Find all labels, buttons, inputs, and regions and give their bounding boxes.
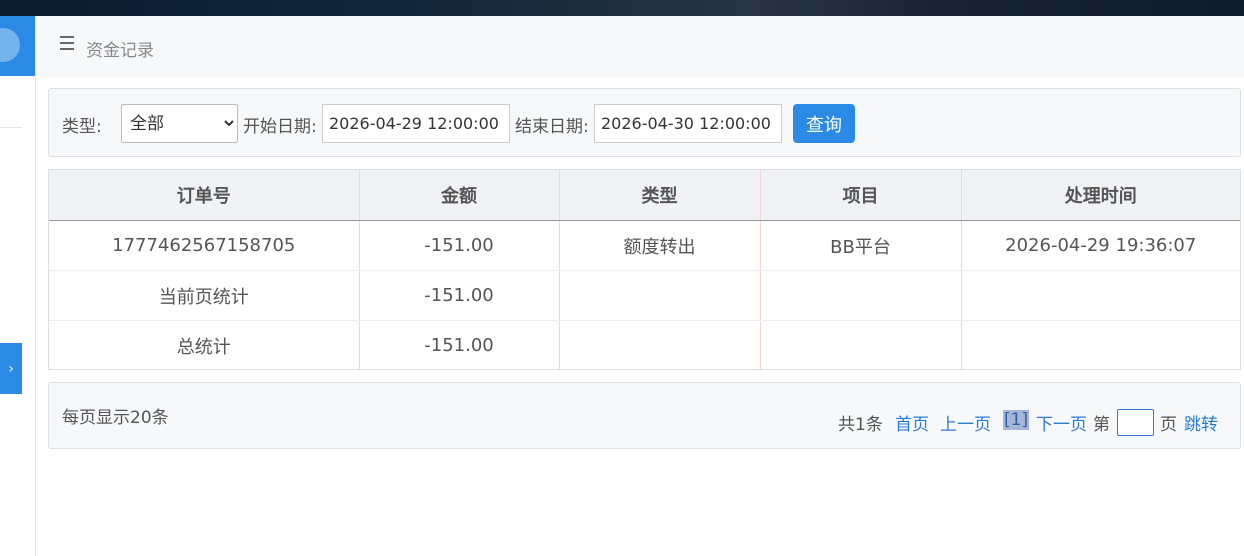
sidebar: › <box>0 16 36 556</box>
cell-total-label: 总统计 <box>49 320 360 370</box>
goto-suffix: 页 <box>1160 415 1177 435</box>
pagination-bar: 每页显示20条 共1条 首页 上一页 [1] 下一页 第 页 跳转 <box>48 382 1241 449</box>
menu-icon[interactable] <box>60 36 74 50</box>
chevron-right-icon: › <box>8 360 14 377</box>
col-header-project[interactable]: 项目 <box>760 170 962 221</box>
col-header-process-time[interactable]: 处理时间 <box>961 170 1240 221</box>
cell-empty <box>760 270 962 321</box>
table-header-row: 订单号 金额 类型 项目 处理时间 <box>49 170 1240 221</box>
cell-summary-label: 当前页统计 <box>49 270 360 321</box>
end-date-label: 结束日期: <box>515 117 589 137</box>
prev-page-link[interactable]: 上一页 <box>940 410 991 435</box>
type-label: 类型: <box>62 117 102 137</box>
cell-project: BB平台 <box>760 220 962 271</box>
page-summary-row: 当前页统计 -151.00 <box>49 270 1240 321</box>
globe-icon <box>0 28 20 62</box>
col-header-amount[interactable]: 金额 <box>359 170 560 221</box>
per-page-text: 每页显示20条 <box>62 408 169 428</box>
col-header-type[interactable]: 类型 <box>559 170 761 221</box>
page-header: 资金记录 <box>36 16 1244 77</box>
page-title: 资金记录 <box>86 41 154 61</box>
first-page-link[interactable]: 首页 <box>895 410 929 435</box>
cell-process-time: 2026-04-29 19:36:07 <box>961 220 1240 271</box>
cell-empty <box>559 270 761 321</box>
sidebar-divider <box>0 127 22 128</box>
jump-link[interactable]: 跳转 <box>1184 410 1218 435</box>
current-page[interactable]: [1] <box>1003 410 1030 430</box>
goto-page-input[interactable] <box>1117 409 1154 436</box>
total-count: 共1条 <box>838 415 883 435</box>
cell-empty <box>961 270 1240 321</box>
cell-summary-amount: -151.00 <box>359 270 560 321</box>
cell-order-no: 1777462567158705 <box>49 220 360 271</box>
total-summary-row: 总统计 -151.00 <box>49 320 1240 371</box>
col-header-order-no[interactable]: 订单号 <box>49 170 360 221</box>
cell-amount: -151.00 <box>359 220 560 271</box>
goto-prefix: 第 <box>1093 415 1110 435</box>
start-date-label: 开始日期: <box>243 117 317 137</box>
start-date-input[interactable] <box>322 104 510 143</box>
table-row: 1777462567158705 -151.00 额度转出 BB平台 2026-… <box>49 220 1240 271</box>
cell-empty <box>760 320 962 370</box>
cell-empty <box>961 321 1240 371</box>
next-page-link[interactable]: 下一页 <box>1036 410 1087 435</box>
cell-type: 额度转出 <box>559 220 761 271</box>
sidebar-expand-button[interactable]: › <box>0 343 22 394</box>
end-date-input[interactable] <box>594 104 782 143</box>
top-banner <box>0 0 1244 16</box>
type-select[interactable]: 全部 <box>121 104 238 143</box>
cell-empty <box>559 320 761 370</box>
cell-total-amount: -151.00 <box>359 320 560 370</box>
query-button[interactable]: 查询 <box>793 104 855 143</box>
filter-bar: 类型: 全部 开始日期: 结束日期: 查询 <box>48 88 1241 157</box>
sidebar-logo <box>0 16 35 76</box>
records-table: 订单号 金额 类型 项目 处理时间 1777462567158705 -151.… <box>48 169 1241 370</box>
